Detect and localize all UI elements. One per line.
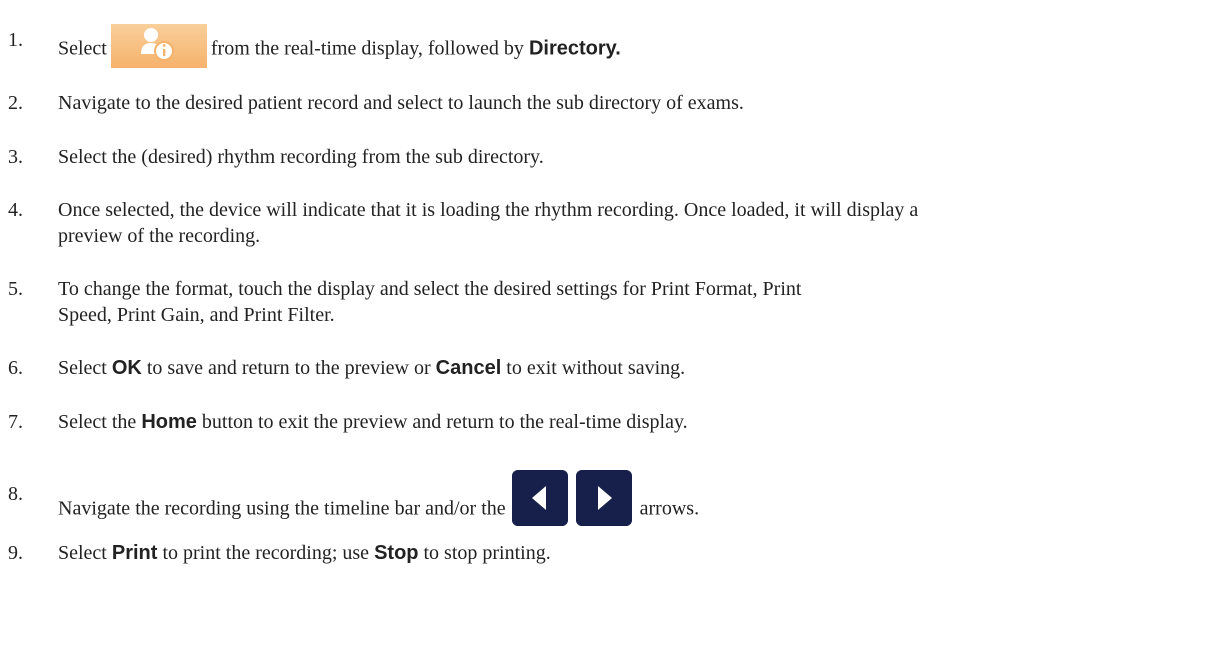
step-number: 7.: [8, 411, 23, 433]
step-text-part: Select: [58, 357, 107, 379]
step-text-part: .: [615, 37, 621, 60]
step-text-part: Select the: [58, 411, 137, 433]
step-number: 8.: [8, 483, 23, 505]
step-text: Select from the real-time display, follo…: [58, 24, 621, 72]
step-text-line2: Speed, Print Gain, and Print Filter.: [58, 304, 335, 326]
step-number: 4.: [8, 199, 23, 221]
step-number: 9.: [8, 542, 23, 564]
step-text-part: to save and return to the preview or: [146, 357, 431, 379]
step-text: Select the (desired) rhythm recording fr…: [58, 146, 544, 168]
keyword-print: Print: [111, 542, 158, 564]
keyword-stop: Stop: [374, 542, 419, 564]
step-text-line1: To change the format, touch the display …: [58, 278, 802, 300]
step-text: Navigate to the desired patient record a…: [58, 92, 744, 114]
step-text-line2: preview of the recording.: [58, 225, 261, 247]
step-text-part: to exit without saving.: [506, 357, 686, 379]
step-text-part: to stop printing.: [423, 542, 551, 564]
keyword-ok: OK: [111, 357, 142, 379]
left-arrow-icon: [511, 470, 568, 526]
step-number: 1.: [8, 29, 23, 51]
step-text-part: Select: [58, 37, 107, 60]
step-text-part: from the real-time display, followed by: [210, 37, 524, 60]
keyword-cancel: Cancel: [435, 357, 502, 379]
step-number: 3.: [8, 146, 23, 168]
step-text-part: button to exit the preview and return to…: [201, 411, 688, 433]
step-text-line1: Once selected, the device will indicate …: [58, 199, 919, 221]
step-text: Navigate the recording using the timelin…: [58, 470, 700, 538]
step-number: 6.: [8, 357, 23, 379]
step-number: 2.: [8, 92, 23, 114]
step-number: 5.: [8, 278, 23, 300]
step-text: Select the Home button to exit the previ…: [58, 410, 688, 434]
keyword-home: Home: [141, 411, 197, 433]
keyword-directory: Directory: [528, 37, 616, 60]
step-text-part: to print the recording; use: [162, 542, 370, 564]
right-arrow-icon: [575, 470, 632, 526]
patient-info-icon: [110, 24, 207, 68]
step-text: Select Print to print the recording; use…: [58, 541, 551, 565]
step-text-part: arrows.: [639, 497, 700, 520]
step-text-part: Navigate the recording using the timelin…: [58, 497, 506, 520]
step-text-part: Select: [58, 542, 107, 564]
step-text: Select OK to save and return to the prev…: [58, 356, 685, 380]
arrow-buttons: [511, 470, 632, 538]
